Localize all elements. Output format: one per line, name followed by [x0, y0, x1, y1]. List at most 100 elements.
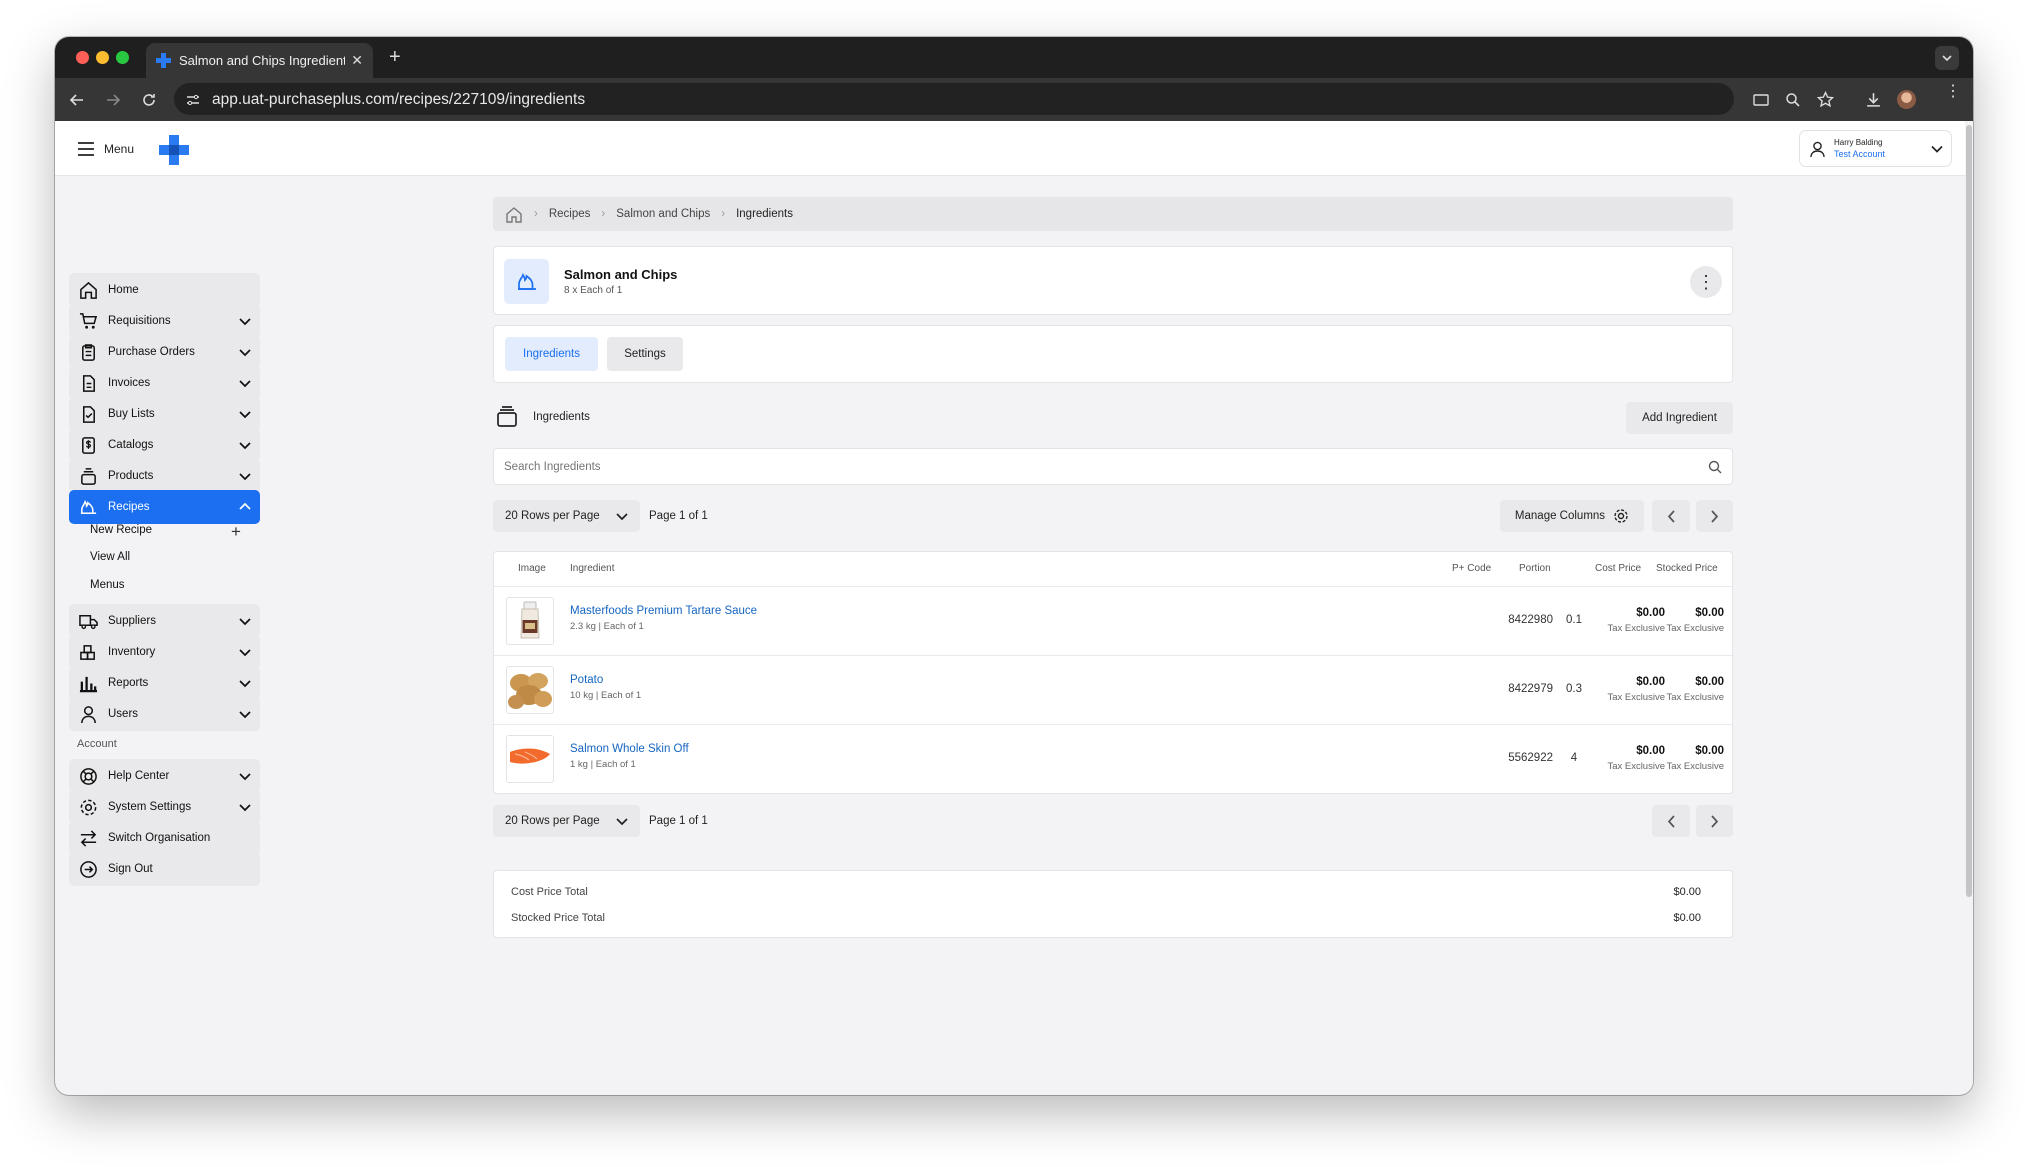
portion-value: 0.1	[1566, 614, 1582, 626]
ingredient-name-link[interactable]: Salmon Whole Skin Off	[570, 743, 689, 755]
reload-icon[interactable]	[141, 92, 157, 108]
back-icon[interactable]	[69, 92, 85, 108]
tab-search-button[interactable]	[1935, 46, 1959, 70]
stocked-price: $0.00	[1695, 607, 1724, 619]
breadcrumb-recipe[interactable]: Salmon and Chips	[616, 208, 710, 220]
maximize-window-button[interactable]	[116, 51, 129, 64]
ingredient-name-link[interactable]: Potato	[570, 674, 603, 686]
portion-value: 0.3	[1566, 683, 1582, 695]
chevron-right-icon	[1711, 509, 1719, 523]
sidebar-item-help-center[interactable]: Help Center	[69, 759, 260, 793]
chevron-down-icon[interactable]	[238, 378, 252, 388]
chevron-down-icon[interactable]	[238, 440, 252, 450]
sidebar-subitem-view-all[interactable]: View All	[90, 551, 130, 563]
browser-menu-icon[interactable]: ⋮	[1945, 84, 1961, 100]
sidebar-item-reports[interactable]: Reports	[69, 666, 260, 700]
sidebar-item-users[interactable]: Users	[69, 697, 260, 731]
more-options-icon[interactable]: ⋮	[1690, 266, 1722, 298]
next-page-button[interactable]	[1696, 500, 1733, 532]
browser-tab[interactable]: Salmon and Chips Ingredients ✕	[146, 43, 373, 78]
search-input[interactable]	[494, 449, 1694, 484]
close-window-button[interactable]	[76, 51, 89, 64]
profile-avatar[interactable]	[1897, 90, 1916, 109]
chevron-down-icon[interactable]	[238, 709, 252, 719]
sidebar-item-products[interactable]: Products	[69, 459, 260, 493]
user-account-switcher[interactable]: Harry Balding Test Account	[1799, 130, 1952, 167]
sign-out-icon	[80, 860, 97, 878]
home-icon[interactable]	[505, 206, 523, 223]
sidebar-item-purchase-orders[interactable]: Purchase Orders	[69, 335, 260, 369]
rows-per-page-select-bottom[interactable]: 20 Rows per Page	[493, 805, 640, 837]
forward-icon[interactable]	[105, 92, 121, 108]
chevron-down-icon[interactable]	[238, 771, 252, 781]
menu-button[interactable]: Menu	[68, 130, 143, 167]
sidebar-item-label: Help Center	[108, 770, 170, 782]
rows-per-page-select[interactable]: 20 Rows per Page	[493, 500, 640, 532]
bookmark-star-icon[interactable]	[1817, 91, 1834, 108]
sidebar-subitem-new-recipe[interactable]: New Recipe	[90, 524, 152, 536]
ingredient-detail: 2.3 kg | Each of 1	[570, 621, 644, 632]
sidebar-item-inventory[interactable]: Inventory	[69, 635, 260, 669]
sidebar-item-recipes[interactable]: Recipes	[69, 490, 260, 524]
clipboard-icon	[82, 343, 95, 361]
prev-page-button-bottom[interactable]	[1652, 805, 1690, 837]
chevron-down-icon[interactable]	[238, 316, 252, 326]
close-tab-icon[interactable]: ✕	[351, 52, 363, 69]
menu-label: Menu	[103, 141, 134, 156]
sidebar-item-invoices[interactable]: Invoices	[69, 366, 260, 400]
chevron-down-icon[interactable]	[238, 347, 252, 357]
page-scrollbar[interactable]	[1965, 121, 1973, 1095]
site-settings-icon[interactable]	[186, 93, 200, 107]
scrollbar-thumb[interactable]	[1966, 125, 1972, 897]
chevron-down-icon[interactable]	[238, 678, 252, 688]
sidebar-subitem-menus[interactable]: Menus	[90, 579, 125, 591]
add-ingredient-button[interactable]: Add Ingredient	[1626, 402, 1733, 434]
next-page-button-bottom[interactable]	[1696, 805, 1733, 837]
sidebar-item-requisitions[interactable]: Requisitions	[69, 304, 260, 338]
search-icon[interactable]	[1708, 460, 1722, 474]
cast-icon[interactable]	[1753, 92, 1769, 108]
purchaseplus-logo[interactable]	[159, 135, 189, 165]
sidebar-item-buy-lists[interactable]: Buy Lists	[69, 397, 260, 431]
stocked-price-tax-label: Tax Exclusive	[1666, 692, 1724, 703]
chevron-up-icon[interactable]	[238, 502, 252, 512]
sidebar-item-switch-organisation[interactable]: Switch Organisation	[69, 821, 260, 855]
sidebar-item-suppliers[interactable]: Suppliers	[69, 604, 260, 638]
table-row[interactable]: Potato 10 kg | Each of 1 8422979 0.3 $0.00 Ta…	[494, 655, 1732, 724]
chevron-down-icon[interactable]	[238, 471, 252, 481]
manage-columns-button[interactable]: Manage Columns	[1500, 500, 1644, 532]
sidebar-item-sign-out[interactable]: Sign Out	[69, 852, 260, 886]
sidebar-item-label: Recipes	[108, 501, 150, 513]
download-icon[interactable]	[1865, 91, 1882, 108]
plus-icon[interactable]: +	[231, 522, 241, 542]
chevron-down-icon[interactable]	[238, 409, 252, 419]
table-row[interactable]: Masterfoods Premium Tartare Sauce 2.3 kg …	[494, 586, 1732, 655]
table-row[interactable]: Salmon Whole Skin Off 1 kg | Each of 1 556…	[494, 724, 1732, 793]
sidebar-item-label: Requisitions	[108, 315, 171, 327]
cost-price-tax-label: Tax Exclusive	[1607, 692, 1665, 703]
browser-window: Salmon and Chips Ingredients ✕ + app.uat…	[55, 37, 1973, 1095]
home-icon	[80, 281, 97, 299]
url-text: app.uat-purchaseplus.com/recipes/227109/…	[212, 91, 586, 108]
truck-icon	[79, 614, 98, 629]
recipe-subtitle: 8 x Each of 1	[564, 285, 623, 296]
user-name: Harry Balding	[1834, 138, 1883, 147]
sidebar-item-catalogs[interactable]: Catalogs	[69, 428, 260, 462]
prev-page-button[interactable]	[1652, 500, 1690, 532]
sidebar-item-system-settings[interactable]: System Settings	[69, 790, 260, 824]
chevron-down-icon[interactable]	[238, 802, 252, 812]
tab-settings[interactable]: Settings	[607, 337, 683, 371]
page-info-bottom: Page 1 of 1	[649, 815, 708, 827]
minimize-window-button[interactable]	[96, 51, 109, 64]
col-header-code: P+ Code	[1452, 563, 1492, 574]
ingredient-name-link[interactable]: Masterfoods Premium Tartare Sauce	[570, 605, 757, 617]
sidebar-item-label: Inventory	[108, 646, 156, 658]
new-tab-button[interactable]: +	[389, 46, 401, 69]
chevron-down-icon[interactable]	[238, 616, 252, 626]
chevron-down-icon[interactable]	[238, 647, 252, 657]
breadcrumb-recipes[interactable]: Recipes	[549, 208, 591, 220]
sidebar-item-home[interactable]: Home	[69, 273, 260, 307]
zoom-icon[interactable]	[1785, 92, 1801, 108]
sidebar: Home Requisitions Purchase Orders Invoices B…	[55, 176, 285, 1095]
tab-ingredients[interactable]: Ingredients	[505, 337, 598, 371]
